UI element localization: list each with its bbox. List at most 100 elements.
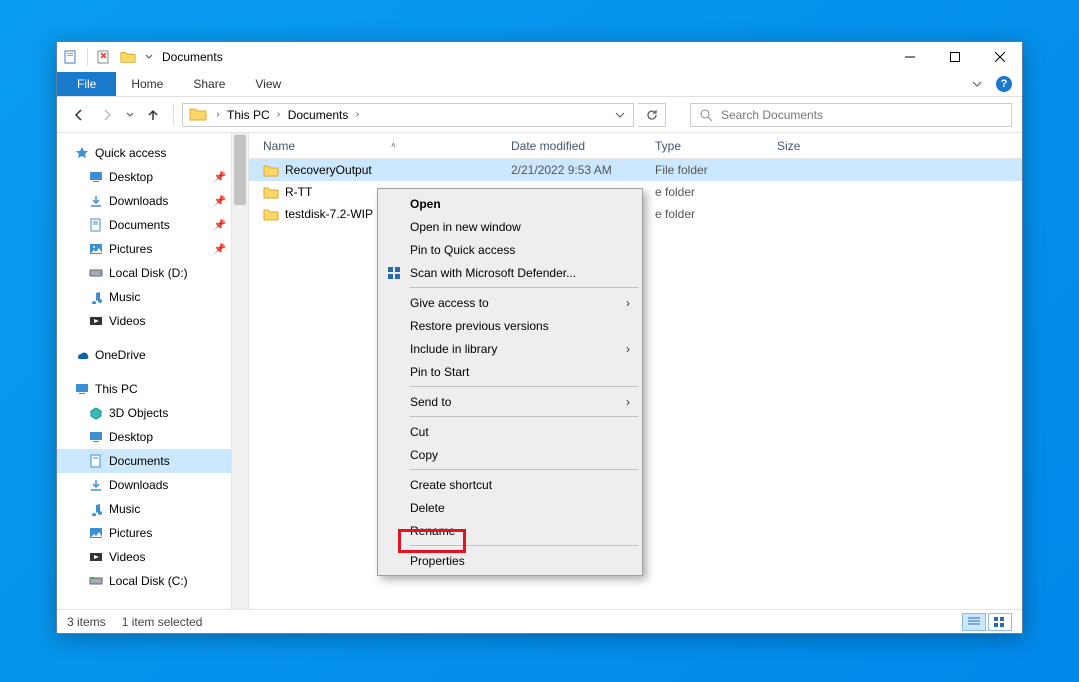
address-bar[interactable]: › This PC › Documents › [182, 103, 634, 127]
disk-icon [89, 266, 103, 280]
search-box[interactable]: Search Documents [690, 103, 1012, 127]
navigation-tree: Quick access Desktop📌 Downloads📌 Documen… [57, 133, 249, 609]
ctx-cut[interactable]: Cut [380, 420, 640, 443]
tree-3d-objects[interactable]: 3D Objects [57, 401, 248, 425]
ctx-copy[interactable]: Copy [380, 443, 640, 466]
tree-downloads2[interactable]: Downloads [57, 473, 248, 497]
file-tab[interactable]: File [57, 72, 116, 96]
quick-access-toolbar [63, 48, 154, 66]
star-icon [75, 146, 89, 160]
onedrive-icon [75, 348, 89, 362]
address-dropdown-icon[interactable] [609, 110, 631, 120]
file-row[interactable]: RecoveryOutput 2/21/2022 9:53 AM File fo… [249, 159, 1022, 181]
submenu-arrow-icon: › [626, 395, 630, 409]
help-icon[interactable]: ? [996, 76, 1012, 92]
forward-button[interactable] [95, 103, 119, 127]
address-folder-icon [189, 106, 207, 124]
tree-music[interactable]: Music [57, 285, 248, 309]
ctx-include-library[interactable]: Include in library› [380, 337, 640, 360]
recent-dropdown-icon[interactable] [123, 103, 137, 127]
qat-properties-icon[interactable] [63, 49, 79, 65]
submenu-arrow-icon: › [626, 342, 630, 356]
address-chevron2-icon[interactable]: › [350, 109, 364, 120]
tree-documents2[interactable]: Documents [57, 449, 248, 473]
refresh-button[interactable] [638, 103, 666, 127]
ctx-pin-start[interactable]: Pin to Start [380, 360, 640, 383]
tree-downloads[interactable]: Downloads📌 [57, 189, 248, 213]
ctx-separator [410, 287, 638, 288]
ctx-scan-defender[interactable]: Scan with Microsoft Defender... [380, 261, 640, 284]
titlebar: Documents [57, 42, 1022, 72]
qat-new-folder-icon[interactable] [96, 49, 112, 65]
col-date[interactable]: Date modified [511, 139, 655, 153]
pin-icon: 📌 [214, 244, 226, 255]
videos-icon [89, 314, 103, 328]
pin-icon: 📌 [214, 172, 226, 183]
disk-icon [89, 574, 103, 588]
ctx-give-access[interactable]: Give access to› [380, 291, 640, 314]
tree-pictures[interactable]: Pictures📌 [57, 237, 248, 261]
address-seg-documents[interactable]: Documents [286, 108, 351, 122]
address-seg-this-pc[interactable]: This PC [225, 108, 272, 122]
search-icon [699, 108, 713, 122]
col-type[interactable]: Type [655, 139, 773, 153]
back-button[interactable] [67, 103, 91, 127]
share-tab[interactable]: Share [178, 72, 240, 96]
status-selected-count: 1 item selected [122, 615, 203, 629]
view-thumbnails-button[interactable] [988, 613, 1012, 631]
documents-icon [89, 218, 103, 232]
ctx-properties[interactable]: Properties [380, 549, 640, 572]
pin-icon: 📌 [214, 220, 226, 231]
maximize-button[interactable] [932, 43, 977, 72]
ctx-pin-quick-access[interactable]: Pin to Quick access [380, 238, 640, 261]
home-tab[interactable]: Home [116, 72, 178, 96]
tree-documents[interactable]: Documents📌 [57, 213, 248, 237]
tree-local-disk-c[interactable]: Local Disk (C:) [57, 569, 248, 593]
tree-music2[interactable]: Music [57, 497, 248, 521]
ctx-open[interactable]: Open [380, 192, 640, 215]
address-chevron-icon[interactable]: › [272, 109, 286, 120]
col-name[interactable]: Name˄ [249, 139, 511, 153]
sidebar-scrollbar[interactable] [231, 133, 248, 609]
ctx-separator [410, 416, 638, 417]
tree-onedrive[interactable]: OneDrive [57, 343, 248, 367]
context-menu: Open Open in new window Pin to Quick acc… [377, 188, 643, 576]
column-headers: Name˄ Date modified Type Size [249, 133, 1022, 159]
tree-desktop[interactable]: Desktop📌 [57, 165, 248, 189]
tree-desktop2[interactable]: Desktop [57, 425, 248, 449]
up-button[interactable] [141, 103, 165, 127]
close-button[interactable] [977, 43, 1022, 72]
ctx-delete[interactable]: Delete [380, 496, 640, 519]
scrollbar-thumb[interactable] [234, 135, 246, 205]
caption-buttons [887, 43, 1022, 72]
minimize-button[interactable] [887, 43, 932, 72]
view-tab[interactable]: View [240, 72, 296, 96]
col-size[interactable]: Size [773, 139, 1022, 153]
tree-videos2[interactable]: Videos [57, 545, 248, 569]
desktop-icon [89, 430, 103, 444]
window-title: Documents [162, 50, 223, 64]
music-icon [89, 502, 103, 516]
ctx-open-new-window[interactable]: Open in new window [380, 215, 640, 238]
tree-pictures2[interactable]: Pictures [57, 521, 248, 545]
sort-arrow-icon: ˄ [391, 141, 396, 150]
ctx-create-shortcut[interactable]: Create shortcut [380, 473, 640, 496]
qat-dropdown-icon[interactable] [144, 49, 154, 65]
submenu-arrow-icon: › [626, 296, 630, 310]
tree-this-pc[interactable]: This PC [57, 377, 248, 401]
tree-local-disk-d[interactable]: Local Disk (D:) [57, 261, 248, 285]
this-pc-icon [75, 382, 89, 396]
ctx-rename[interactable]: Rename [380, 519, 640, 542]
title-folder-icon [120, 49, 136, 65]
ribbon-expand-icon[interactable] [972, 79, 982, 89]
view-details-button[interactable] [962, 613, 986, 631]
pin-icon: 📌 [214, 196, 226, 207]
tree-quick-access[interactable]: Quick access [57, 141, 248, 165]
status-bar: 3 items 1 item selected [57, 609, 1022, 633]
tree-videos[interactable]: Videos [57, 309, 248, 333]
ctx-send-to[interactable]: Send to› [380, 390, 640, 413]
address-root-chevron-icon[interactable]: › [211, 109, 225, 120]
ctx-restore-versions[interactable]: Restore previous versions [380, 314, 640, 337]
ctx-separator [410, 386, 638, 387]
ctx-separator [410, 545, 638, 546]
